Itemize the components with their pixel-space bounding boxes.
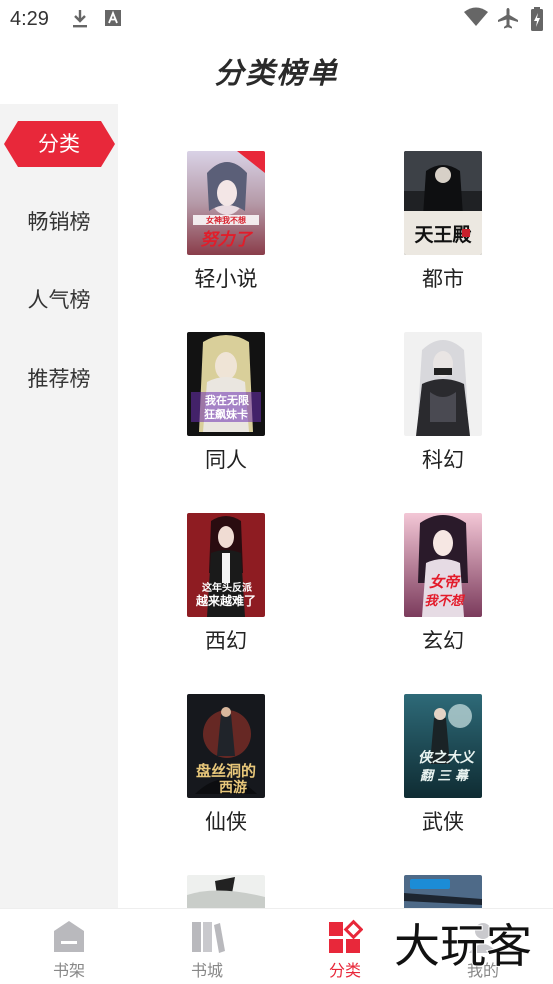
category-label: 仙侠 — [205, 810, 247, 834]
category-label: 科幻 — [422, 448, 464, 472]
category-item-light-novel[interactable]: 女神我不想 努力了 轻小说 — [126, 151, 326, 293]
svg-text:侠之大义: 侠之大义 — [418, 749, 476, 766]
svg-text:大玩客: 大玩客 — [394, 919, 532, 973]
book-cover: 侠之大义 翻 三 幕 — [404, 694, 482, 798]
airplane-icon — [496, 6, 520, 34]
category-item-fanfic[interactable]: 我在无限 狂飙妹卡 同人 — [126, 332, 326, 474]
book-cover — [404, 332, 482, 436]
a-square-icon — [104, 8, 122, 32]
category-item-partial[interactable] — [343, 875, 543, 908]
status-bar: 4:29 — [0, 0, 553, 40]
category-grid: 女神我不想 努力了 轻小说 天王殿 都市 我在无限 狂飙妹卡 同人 科幻 这年头… — [118, 104, 553, 908]
status-time: 4:29 — [10, 8, 49, 30]
category-item-partial[interactable] — [126, 875, 326, 908]
book-cover: 盘丝洞的 西游 — [187, 694, 265, 798]
sidebar-item-category[interactable]: 分类 — [0, 121, 118, 167]
svg-text:盘丝洞的: 盘丝洞的 — [196, 762, 256, 780]
bookshelf-icon — [54, 921, 84, 952]
category-label: 武侠 — [422, 810, 464, 834]
svg-text:女帝: 女帝 — [429, 573, 461, 591]
category-item-western-fantasy[interactable]: 这年头反派 越来越难了 西幻 — [126, 513, 326, 655]
watermark-logo: 大玩客 — [393, 918, 533, 974]
sidebar-item-bestseller[interactable]: 畅销榜 — [0, 199, 118, 245]
svg-text:女神我不想: 女神我不想 — [206, 215, 246, 225]
tab-label: 书架 — [52, 961, 85, 980]
book-cover: 女帝 我不想 — [404, 513, 482, 617]
svg-text:这年头反派: 这年头反派 — [202, 581, 253, 594]
sidebar: 分类 畅销榜 人气榜 推荐榜 — [0, 104, 118, 908]
page-title: 分类榜单 — [214, 56, 339, 90]
tab-label: 书城 — [190, 961, 223, 980]
book-cover: 女神我不想 努力了 — [187, 151, 265, 255]
svg-text:狂飙妹卡: 狂飙妹卡 — [204, 407, 248, 421]
svg-text:翻 三 幕: 翻 三 幕 — [420, 768, 471, 784]
category-label: 都市 — [422, 267, 464, 291]
category-label: 同人 — [205, 448, 247, 472]
category-item-xianxia[interactable]: 盘丝洞的 西游 仙侠 — [126, 694, 326, 836]
category-item-scifi[interactable]: 科幻 — [343, 332, 543, 474]
category-label: 轻小说 — [194, 267, 258, 291]
category-item-xuanhuan[interactable]: 女帝 我不想 玄幻 — [343, 513, 543, 655]
sidebar-item-label: 推荐榜 — [27, 367, 91, 391]
tab-bookshelf[interactable]: 书架 — [0, 909, 138, 984]
battery-charging-icon — [530, 6, 544, 36]
svg-text:努力了: 努力了 — [201, 230, 254, 250]
svg-text:西游: 西游 — [219, 779, 247, 796]
sidebar-item-recommended[interactable]: 推荐榜 — [0, 356, 118, 402]
book-cover: 天王殿 — [404, 151, 482, 255]
sidebar-item-popular[interactable]: 人气榜 — [0, 277, 118, 323]
sidebar-item-label: 人气榜 — [27, 288, 91, 312]
book-cover — [187, 875, 265, 908]
book-cover — [404, 875, 482, 908]
category-icon — [329, 919, 363, 953]
wifi-icon — [463, 6, 489, 32]
category-label: 玄幻 — [422, 629, 464, 653]
sidebar-item-label: 畅销榜 — [27, 210, 91, 234]
category-label: 西幻 — [205, 629, 247, 653]
svg-text:我在无限: 我在无限 — [205, 393, 249, 407]
book-cover: 我在无限 狂飙妹卡 — [187, 332, 265, 436]
svg-text:越来越难了: 越来越难了 — [195, 593, 256, 608]
svg-text:我不想: 我不想 — [424, 593, 465, 609]
sidebar-item-label: 分类 — [38, 132, 80, 156]
download-icon — [70, 8, 90, 34]
book-cover: 这年头反派 越来越难了 — [187, 513, 265, 617]
category-item-urban[interactable]: 天王殿 都市 — [343, 151, 543, 293]
category-item-wuxia[interactable]: 侠之大义 翻 三 幕 武侠 — [343, 694, 543, 836]
tab-bookstore[interactable]: 书城 — [138, 909, 276, 984]
bookstore-icon — [192, 922, 225, 953]
